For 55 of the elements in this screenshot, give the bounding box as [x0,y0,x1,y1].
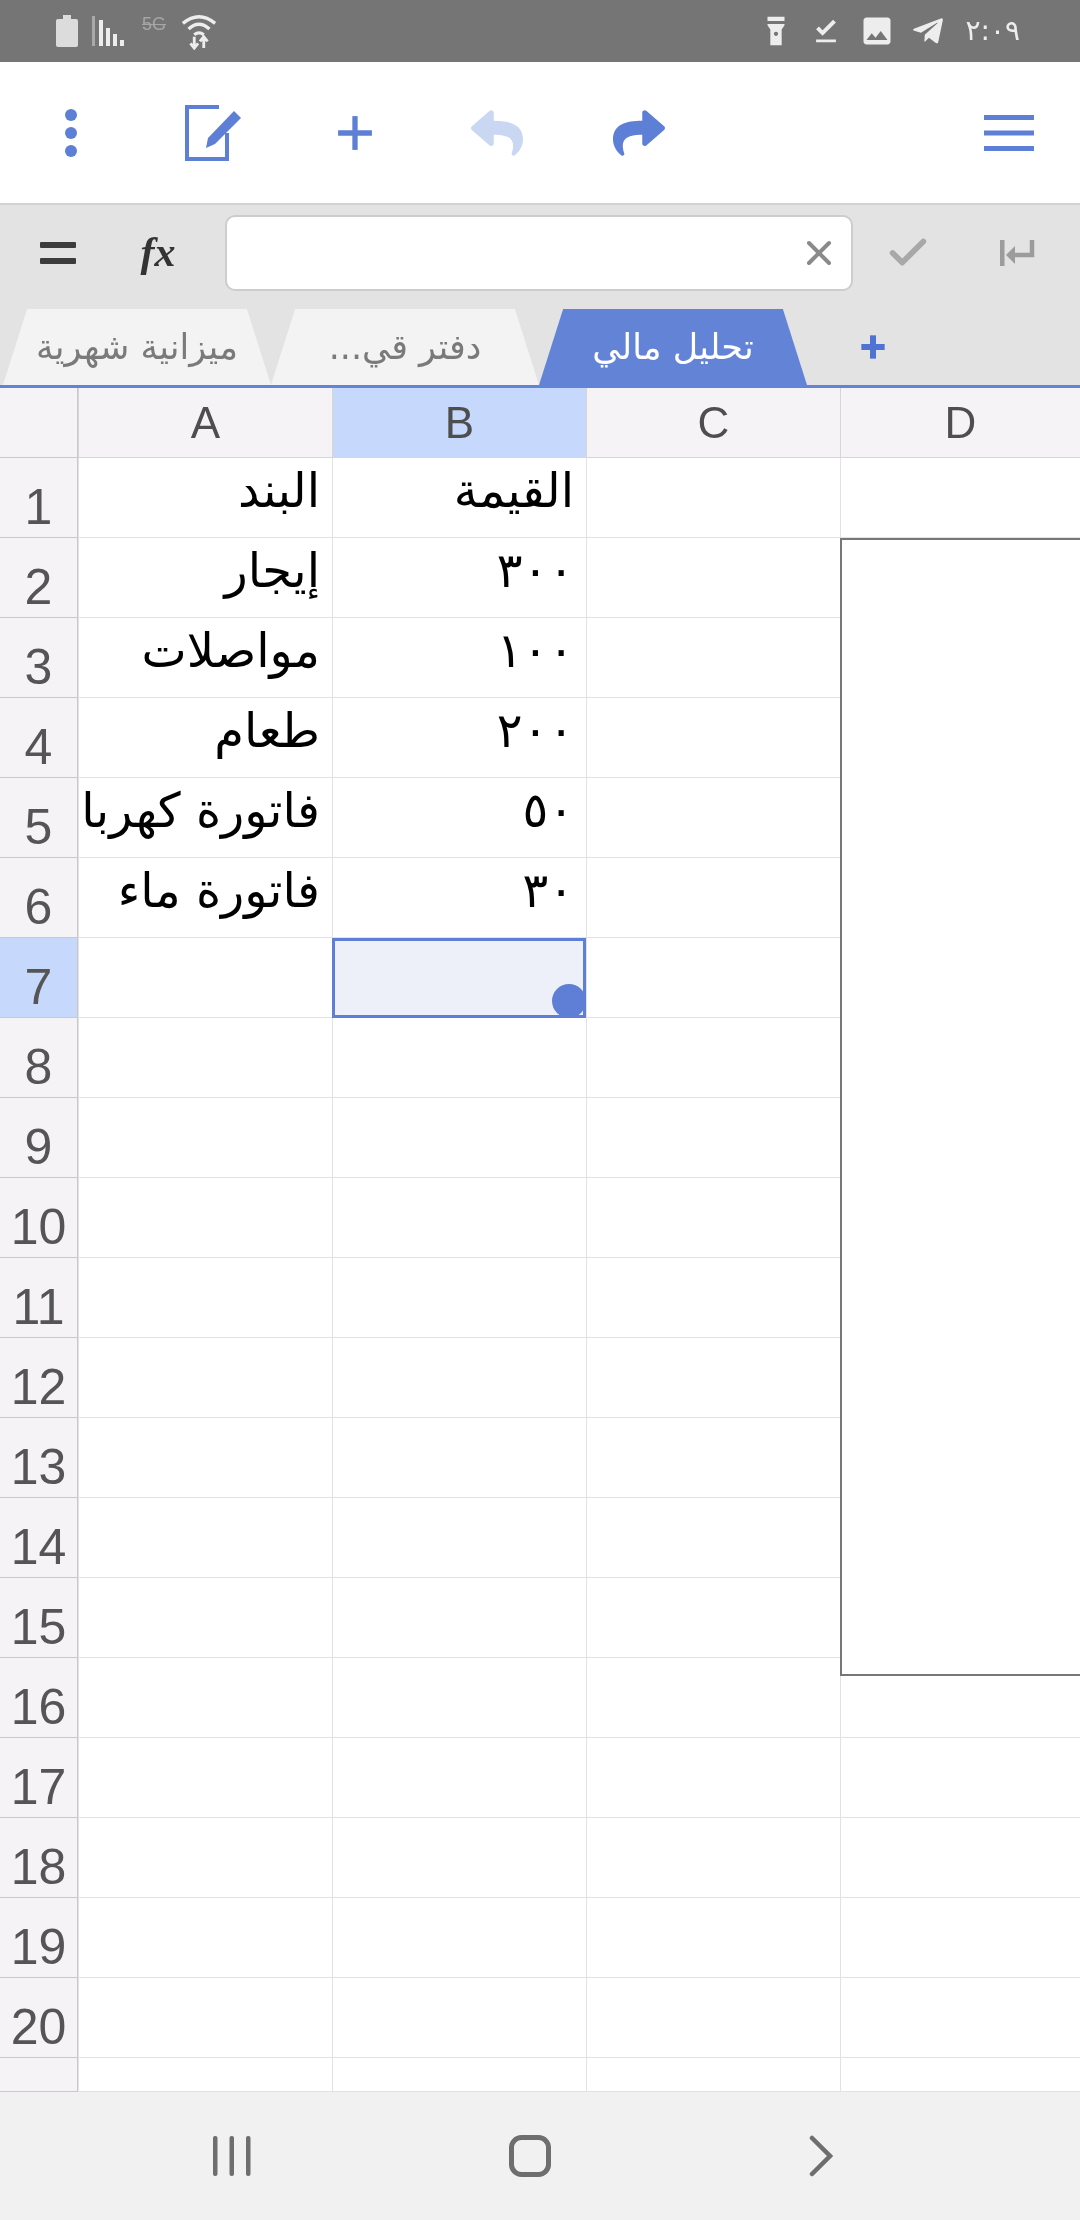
back-icon[interactable] [809,2135,833,2177]
row-header[interactable]: 16 [0,1658,78,1738]
sheet-cell[interactable]: القيمة [332,458,586,538]
enter-icon [1000,237,1036,268]
row-header[interactable]: 1 [0,458,78,538]
sheet-cell[interactable]: ٣٠٠ [332,538,586,618]
row-header[interactable]: 18 [0,1818,78,1898]
sheet-cell[interactable]: مواصلات [78,618,332,698]
select-all-corner[interactable] [0,388,78,458]
row-header[interactable]: 15 [0,1578,78,1658]
row-header[interactable]: 5 [0,778,78,858]
row-header[interactable]: 7 [0,938,78,1018]
row-header[interactable]: 4 [0,698,78,778]
sheet-tab[interactable]: تحليل مالي [539,309,807,385]
edit-icon [183,102,243,163]
column-header[interactable]: B [332,388,586,458]
row-header[interactable]: 13 [0,1418,78,1498]
sheet-cell[interactable]: ١٠٠ [332,618,586,698]
menu-icon [984,114,1034,151]
sheet-tab[interactable]: ميزانية شهرية [3,309,271,385]
row-header[interactable] [0,2058,78,2092]
row-header[interactable]: 6 [0,858,78,938]
sheet-cell[interactable]: إيجار [78,538,332,618]
column-header[interactable]: A [78,388,332,458]
sheet-cell[interactable]: ٢٠٠ [332,698,586,778]
row-header[interactable]: 3 [0,618,78,698]
row-header[interactable]: 9 [0,1098,78,1178]
home-icon[interactable] [509,2135,551,2177]
row-header[interactable]: 19 [0,1898,78,1978]
row-header[interactable]: 14 [0,1498,78,1578]
wifi-icon [180,12,218,50]
row-header[interactable]: 10 [0,1178,78,1258]
insert-function-button[interactable]: fx [98,217,218,288]
sheet-cell[interactable]: البند [78,458,332,538]
equals-icon [40,241,76,264]
sheet-cell[interactable] [332,938,586,1018]
recent-apps-icon[interactable] [213,2136,251,2176]
sheet-cell[interactable]: فاتورة كهربا [78,778,332,858]
row-header[interactable]: 20 [0,1978,78,2058]
row-header[interactable]: 17 [0,1738,78,1818]
sheet-cell[interactable]: طعام [78,698,332,778]
fill-handle[interactable] [552,984,586,1018]
sheet-tab[interactable]: دفتر قي... [271,309,539,385]
column-header[interactable]: C [586,388,840,458]
row-header[interactable]: 11 [0,1258,78,1338]
sheet-cell[interactable]: ٥٠ [332,778,586,858]
row-header[interactable]: 12 [0,1338,78,1418]
formula-field[interactable] [225,214,853,291]
column-header[interactable]: D [840,388,1080,458]
clock-time: ٢:٠٩ [965,17,1020,45]
row-header[interactable]: 8 [0,1018,78,1098]
more-icon [65,108,77,157]
sheet-cell[interactable]: فاتورة ماء [78,858,332,938]
battery-icon [56,15,78,47]
row-header[interactable]: 2 [0,538,78,618]
